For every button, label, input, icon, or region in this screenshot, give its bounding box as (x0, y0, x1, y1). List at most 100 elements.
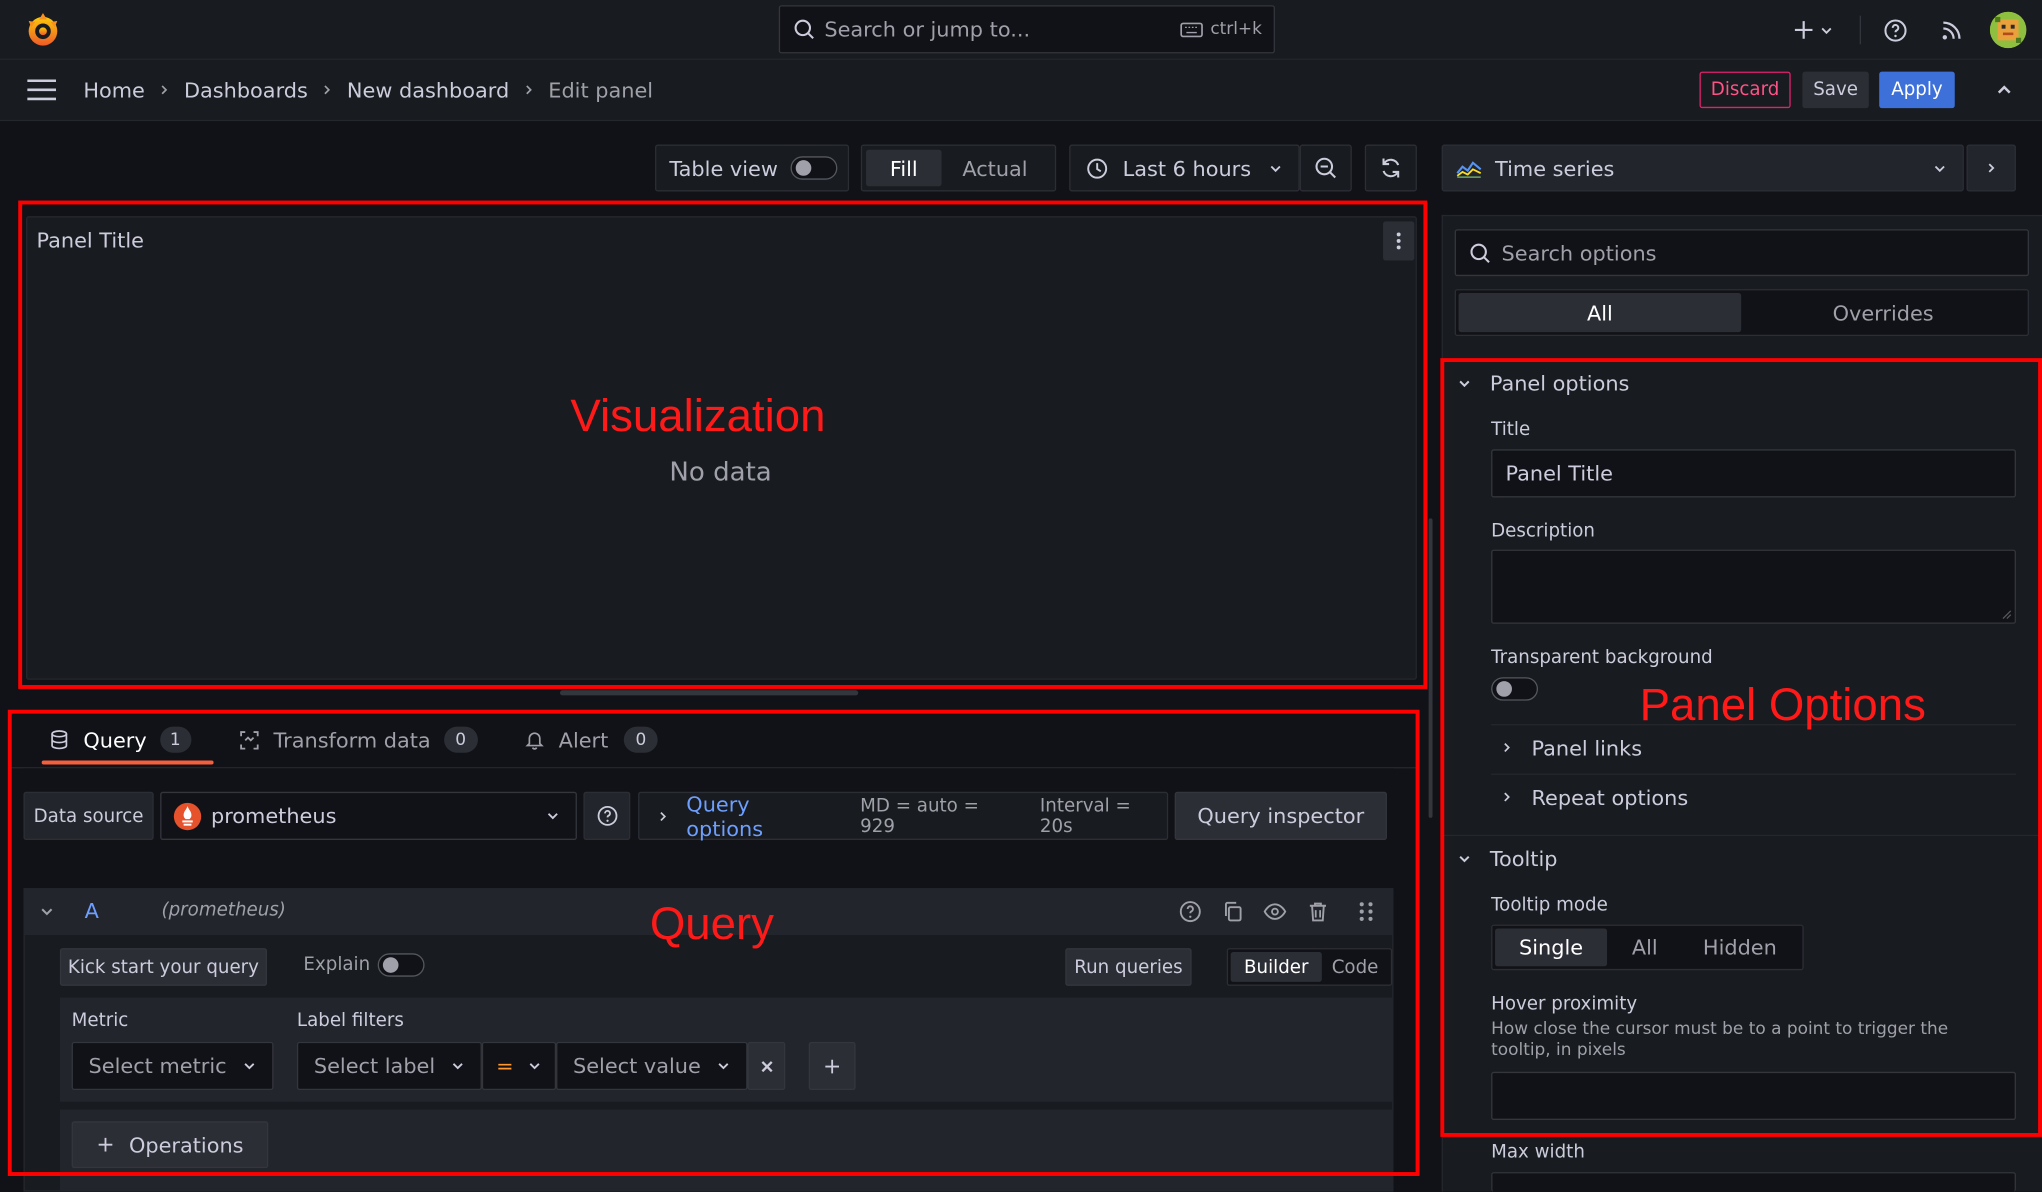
collapse-options-button[interactable] (1966, 144, 2016, 192)
add-new-button[interactable] (1792, 16, 1834, 45)
tab-transform-data[interactable]: Transform data 0 (238, 724, 478, 755)
add-filter-button[interactable] (808, 1041, 856, 1091)
max-width-label: Max width (1491, 1142, 1585, 1163)
hover-proximity-input[interactable] (1491, 1071, 2016, 1120)
table-view-switch[interactable] (790, 156, 838, 180)
hover-proximity-description: How close the cursor must be to a point … (1491, 1019, 1949, 1061)
tab-active-underline (41, 760, 214, 765)
query-options-toggle[interactable]: Query options MD = auto = 929 Interval =… (638, 791, 1169, 841)
resize-handle[interactable] (559, 690, 859, 696)
chevron-right-icon[interactable] (1500, 790, 1513, 803)
menu-icon[interactable] (25, 76, 59, 105)
duplicate-icon[interactable] (1222, 900, 1245, 923)
chevron-down-icon (242, 1059, 256, 1073)
global-search-input[interactable]: Search or jump to... ctrl+k (778, 5, 1275, 54)
refresh-icon (1382, 158, 1400, 178)
breadcrumb-edit-panel: Edit panel (548, 77, 654, 103)
panel-title[interactable]: Panel Title (36, 228, 144, 253)
max-width-input[interactable] (1491, 1172, 2016, 1192)
title-field[interactable]: Panel Title (1491, 449, 2016, 498)
builder-option[interactable]: Builder (1230, 951, 1322, 982)
chevron-down-icon[interactable] (39, 904, 55, 920)
operator-select[interactable]: = (481, 1041, 557, 1091)
chevron-down-icon[interactable] (1457, 852, 1471, 866)
run-queries-button[interactable]: Run queries (1065, 948, 1192, 986)
tab-transform-label: Transform data (273, 727, 431, 753)
chevron-down-icon (716, 1059, 730, 1073)
transparent-background-switch[interactable] (1491, 677, 1539, 701)
plus-icon (825, 1059, 840, 1073)
visualization-picker[interactable]: Time series (1441, 144, 1964, 192)
options-search-input[interactable]: Search options (1454, 229, 2029, 277)
query-inspector-button[interactable]: Query inspector (1174, 791, 1387, 840)
chevron-down-icon (527, 1059, 541, 1073)
save-button[interactable]: Save (1802, 71, 1869, 109)
chevron-down-icon (546, 809, 560, 823)
data-source-picker[interactable]: prometheus (160, 791, 577, 840)
chevron-down-icon (451, 1059, 465, 1073)
clock-icon (1086, 157, 1108, 179)
user-avatar[interactable] (1989, 11, 2027, 49)
panel-links-header[interactable]: Panel links (1532, 736, 1643, 761)
data-source-help-button[interactable] (583, 791, 631, 840)
breadcrumb-home[interactable]: Home (83, 77, 145, 102)
tooltip-mode-label: Tooltip mode (1491, 894, 1608, 916)
tab-query-label: Query (83, 727, 147, 753)
search-icon (793, 18, 815, 40)
close-icon (760, 1060, 772, 1072)
refresh-button[interactable] (1364, 144, 1417, 192)
help-icon[interactable] (1179, 900, 1202, 923)
operations-button[interactable]: Operations (71, 1121, 269, 1169)
query-ref-id[interactable]: A (85, 899, 99, 924)
fill-option[interactable]: Fill (866, 149, 942, 187)
table-view-toggle[interactable]: Table view (655, 144, 850, 192)
eye-icon[interactable] (1263, 900, 1287, 923)
tooltip-mode-all[interactable]: All (1607, 929, 1683, 967)
remove-filter-button[interactable] (747, 1041, 786, 1091)
tab-alert[interactable]: Alert 0 (525, 724, 658, 755)
chevron-down-icon (1268, 161, 1282, 175)
discard-button[interactable]: Discard (1699, 71, 1791, 109)
tab-alert-count: 0 (623, 726, 658, 753)
grafana-logo-icon[interactable] (22, 10, 64, 49)
label-filters-label: Label filters (296, 1010, 404, 1032)
query-options-interval: Interval = 20s (1039, 795, 1131, 837)
search-icon (1469, 242, 1491, 264)
chevron-down-icon[interactable] (1457, 376, 1471, 390)
metric-select[interactable]: Select metric (71, 1041, 274, 1091)
tab-transform-count: 0 (443, 726, 478, 753)
explain-switch[interactable] (377, 953, 425, 977)
news-feed-icon[interactable] (1938, 16, 1967, 45)
data-source-value: prometheus (210, 803, 337, 829)
tab-all[interactable]: All (1458, 293, 1742, 333)
chevron-right-icon[interactable] (1500, 741, 1513, 754)
breadcrumb-dashboards[interactable]: Dashboards (184, 77, 308, 102)
panel-menu-icon[interactable] (1383, 221, 1415, 261)
repeat-options-header[interactable]: Repeat options (1532, 785, 1689, 810)
description-field[interactable] (1491, 549, 2016, 624)
trash-icon[interactable] (1306, 900, 1329, 923)
zoom-out-button[interactable] (1299, 144, 1352, 192)
breadcrumb-new-dashboard[interactable]: New dashboard (347, 77, 509, 102)
tooltip-header[interactable]: Tooltip (1490, 846, 1558, 871)
tab-query[interactable]: Query 1 (49, 724, 191, 755)
help-icon[interactable] (1881, 16, 1910, 45)
query-options-label: Query options (686, 791, 764, 841)
label-select[interactable]: Select label (296, 1041, 482, 1091)
time-range-picker[interactable]: Last 6 hours (1069, 144, 1300, 192)
chevron-up-icon[interactable] (1990, 76, 2019, 105)
code-option[interactable]: Code (1322, 952, 1388, 982)
tooltip-mode-single[interactable]: Single (1495, 928, 1608, 967)
panel-options-header[interactable]: Panel options (1490, 371, 1630, 396)
zoom-out-icon (1315, 157, 1336, 179)
description-field-label: Description (1491, 520, 1595, 542)
visualization-picker-label: Time series (1495, 155, 1615, 181)
apply-button[interactable]: Apply (1879, 71, 1955, 109)
drag-handle-icon[interactable] (1357, 900, 1375, 923)
actual-option[interactable]: Actual (942, 150, 1049, 186)
no-data-text: No data (669, 455, 772, 488)
tab-overrides[interactable]: Overrides (1741, 293, 2025, 332)
tooltip-mode-hidden[interactable]: Hidden (1683, 929, 1798, 967)
value-select[interactable]: Select value (556, 1041, 748, 1091)
kick-start-button[interactable]: Kick start your query (59, 948, 267, 986)
